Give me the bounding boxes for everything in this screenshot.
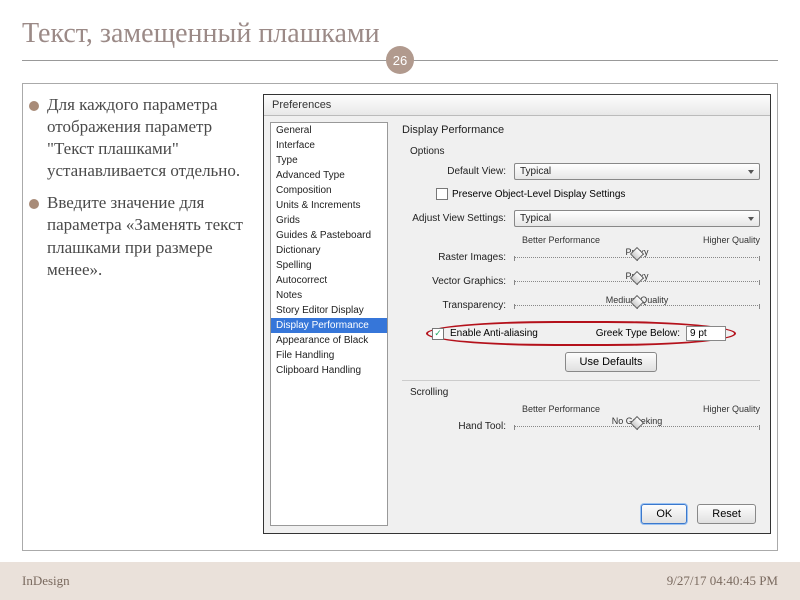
category-item[interactable]: General <box>271 123 387 138</box>
category-item[interactable]: Advanced Type <box>271 168 387 183</box>
category-item[interactable]: Clipboard Handling <box>271 363 387 378</box>
enable-aa-label: Enable Anti-aliasing <box>450 328 538 339</box>
category-item[interactable]: Units & Increments <box>271 198 387 213</box>
category-item[interactable]: Appearance of Black <box>271 333 387 348</box>
enable-aa-checkbox[interactable]: ✓ <box>432 328 444 340</box>
preferences-dialog: Preferences General Interface Type Advan… <box>263 94 771 534</box>
adjust-view-label: Adjust View Settings: <box>402 213 514 224</box>
options-group-label: Options <box>410 146 760 157</box>
preserve-object-checkbox[interactable] <box>436 188 448 200</box>
footer-left: InDesign <box>22 573 70 589</box>
bullet-text: Для каждого параметра отображения параме… <box>47 94 251 182</box>
vector-label: Vector Graphics: <box>402 276 514 287</box>
category-item[interactable]: File Handling <box>271 348 387 363</box>
transparency-slider[interactable]: Medium Quality <box>514 297 760 313</box>
footer-timestamp: 9/27/17 04:40:45 PM <box>667 573 778 589</box>
vector-slider[interactable]: Proxy <box>514 273 760 289</box>
adjust-view-select[interactable]: Typical <box>514 210 760 227</box>
scrolling-group-label: Scrolling <box>410 387 760 398</box>
bullet-icon <box>29 199 39 209</box>
use-defaults-button[interactable]: Use Defaults <box>565 352 658 372</box>
category-item[interactable]: Dictionary <box>271 243 387 258</box>
reset-button[interactable]: Reset <box>697 504 756 524</box>
category-item[interactable]: Type <box>271 153 387 168</box>
category-item-selected[interactable]: Display Performance <box>271 318 387 333</box>
list-item: Для каждого параметра отображения параме… <box>29 94 251 182</box>
list-item: Введите значение для параметра «Заменять… <box>29 192 251 280</box>
scale-left-label: Better Performance <box>522 235 600 245</box>
category-item[interactable]: Guides & Pasteboard <box>271 228 387 243</box>
category-item[interactable]: Autocorrect <box>271 273 387 288</box>
hand-tool-slider[interactable]: No Greeking <box>514 418 760 434</box>
bullet-text: Введите значение для параметра «Заменять… <box>47 192 251 280</box>
page-number-badge: 26 <box>386 46 414 74</box>
scale-right-label: Higher Quality <box>703 235 760 245</box>
anti-aliasing-highlight: ✓ Enable Anti-aliasing Greek Type Below:… <box>426 321 736 346</box>
category-item[interactable]: Notes <box>271 288 387 303</box>
scale-left-label: Better Performance <box>522 404 600 414</box>
slide-footer: InDesign 9/27/17 04:40:45 PM <box>0 562 800 600</box>
category-item[interactable]: Composition <box>271 183 387 198</box>
raster-label: Raster Images: <box>402 252 514 263</box>
greek-type-label: Greek Type Below: <box>596 328 680 339</box>
panel-title: Display Performance <box>402 124 760 136</box>
greek-type-input[interactable]: 9 pt <box>686 326 726 341</box>
settings-panel: Display Performance Options Default View… <box>388 116 770 532</box>
scale-right-label: Higher Quality <box>703 404 760 414</box>
bullet-list: Для каждого параметра отображения параме… <box>29 94 251 544</box>
category-list[interactable]: General Interface Type Advanced Type Com… <box>270 122 388 526</box>
default-view-select[interactable]: Typical <box>514 163 760 180</box>
category-item[interactable]: Grids <box>271 213 387 228</box>
dialog-title: Preferences <box>264 95 770 116</box>
bullet-icon <box>29 101 39 111</box>
default-view-label: Default View: <box>402 166 514 177</box>
category-item[interactable]: Spelling <box>271 258 387 273</box>
category-item[interactable]: Interface <box>271 138 387 153</box>
preserve-object-label: Preserve Object-Level Display Settings <box>452 189 625 200</box>
transparency-label: Transparency: <box>402 300 514 311</box>
raster-slider[interactable]: Proxy <box>514 249 760 265</box>
ok-button[interactable]: OK <box>641 504 687 524</box>
hand-tool-label: Hand Tool: <box>402 421 514 432</box>
category-item[interactable]: Story Editor Display <box>271 303 387 318</box>
